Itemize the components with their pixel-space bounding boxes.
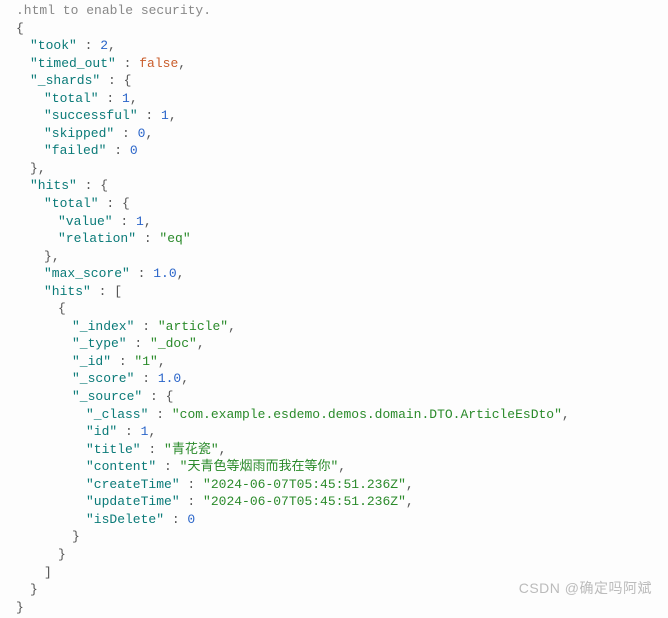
source-brace-close: }: [72, 529, 80, 544]
json-code-block: .html to enable security. { "took" : 2, …: [0, 0, 668, 618]
brace-open: {: [16, 21, 24, 36]
shards-brace-close: }: [30, 161, 38, 176]
key-is-delete: "isDelete": [86, 512, 164, 527]
key-hits-total-relation: "relation": [58, 231, 136, 246]
watermark: CSDN @确定吗阿斌: [519, 579, 652, 598]
val-took: 2: [100, 38, 108, 53]
val-max-score: 1.0: [153, 266, 176, 281]
root-brace-close: }: [16, 600, 24, 615]
key-hits-arr: "hits": [44, 284, 91, 299]
val-shards-total: 1: [122, 91, 130, 106]
key-shards-total: "total": [44, 91, 99, 106]
key-create-time: "createTime": [86, 477, 180, 492]
hits-item-brace-open: {: [58, 301, 66, 316]
val-id: "1": [134, 354, 157, 369]
val-shards-successful: 1: [161, 108, 169, 123]
val-hits-total-relation: "eq": [159, 231, 190, 246]
key-timed-out: "timed_out": [30, 56, 116, 71]
val-is-delete: 0: [187, 512, 195, 527]
val-hits-total-value: 1: [136, 214, 144, 229]
top-comment: .html to enable security.: [16, 3, 211, 18]
key-hits-total: "total": [44, 196, 99, 211]
key-hits-total-value: "value": [58, 214, 113, 229]
key-update-time: "updateTime": [86, 494, 180, 509]
key-shards: "_shards": [30, 73, 100, 88]
key-shards-failed: "failed": [44, 143, 106, 158]
key-class: "_class": [86, 407, 148, 422]
key-content: "content": [86, 459, 156, 474]
key-hits: "hits": [30, 178, 77, 193]
val-update-time: "2024-06-07T05:45:51.236Z": [203, 494, 406, 509]
val-class: "com.example.esdemo.demos.domain.DTO.Art…: [172, 407, 562, 422]
hits-total-brace-close: }: [44, 249, 52, 264]
key-type: "_type": [72, 336, 127, 351]
val-title: "青花瓷": [164, 442, 219, 457]
key-max-score: "max_score": [44, 266, 130, 281]
hits-arr-bracket-close: ]: [44, 565, 52, 580]
key-id: "_id": [72, 354, 111, 369]
hits-item-brace-close: }: [58, 547, 66, 562]
val-create-time: "2024-06-07T05:45:51.236Z": [203, 477, 406, 492]
val-type: "_doc": [150, 336, 197, 351]
key-shards-successful: "successful": [44, 108, 138, 123]
key-score: "_score": [72, 371, 134, 386]
val-score: 1.0: [158, 371, 181, 386]
key-source: "_source": [72, 389, 142, 404]
key-src-id: "id": [86, 424, 117, 439]
val-index: "article": [158, 319, 228, 334]
key-shards-skipped: "skipped": [44, 126, 114, 141]
hits-brace-close: }: [30, 582, 38, 597]
key-index: "_index": [72, 319, 134, 334]
val-content: "天青色等烟雨而我在等你": [180, 459, 339, 474]
val-timed-out: false: [139, 56, 178, 71]
key-took: "took": [30, 38, 77, 53]
val-shards-failed: 0: [130, 143, 138, 158]
key-title: "title": [86, 442, 141, 457]
